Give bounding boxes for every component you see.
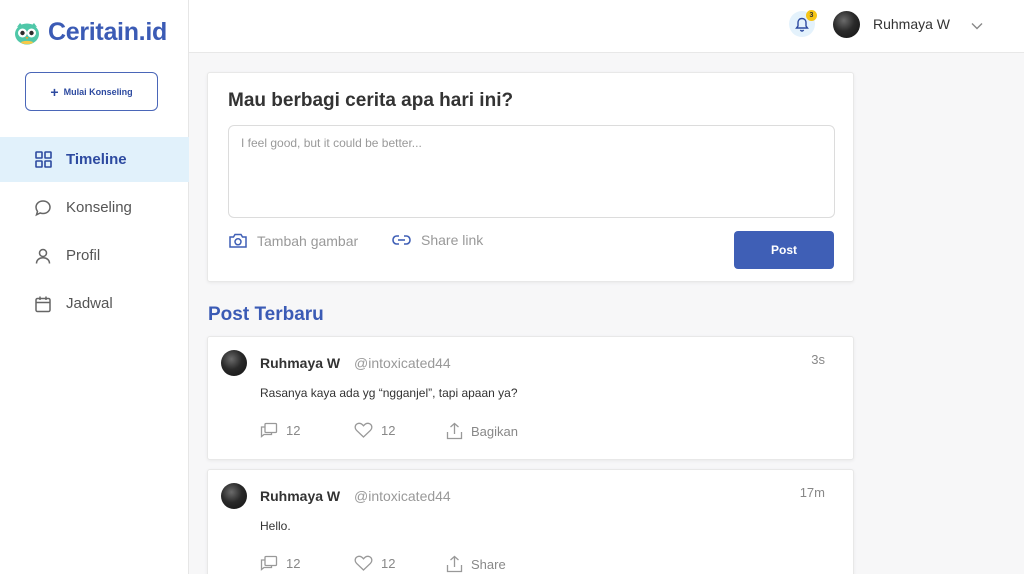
app-name: Ceritain.id: [48, 18, 167, 46]
notification-badge: 3: [806, 10, 817, 21]
chevron-down-icon[interactable]: [971, 17, 983, 35]
grid-icon: [34, 151, 52, 169]
reply-count: 12: [286, 555, 301, 571]
notification-button[interactable]: 3: [789, 10, 817, 37]
sidebar-item-label: Profil: [66, 247, 101, 264]
top-bar: 3 Ruhmaya W: [189, 0, 1024, 53]
share-link-button[interactable]: Share link: [391, 232, 483, 248]
post-button[interactable]: Post: [734, 231, 834, 269]
share-button[interactable]: Share: [446, 555, 506, 573]
sidebar-item-timeline[interactable]: Timeline: [0, 137, 189, 182]
feed-title: Post Terbaru: [208, 304, 324, 325]
share-button[interactable]: Bagikan: [446, 422, 518, 440]
plus-icon: +: [50, 83, 59, 100]
heart-icon: [354, 555, 373, 571]
post-handle[interactable]: @intoxicated44: [354, 355, 451, 371]
post-card: Ruhmaya W @intoxicated44 17m Hello. 12 1…: [207, 469, 854, 574]
share-link-label: Share link: [421, 232, 484, 248]
chat-bubble-icon: [34, 199, 52, 217]
post-handle[interactable]: @intoxicated44: [354, 488, 451, 504]
post-author[interactable]: Ruhmaya W: [260, 355, 340, 371]
sidebar-item-label: Konseling: [66, 199, 132, 216]
compose-title: Mau berbagi cerita apa hari ini?: [228, 90, 514, 111]
user-name[interactable]: Ruhmaya W: [873, 16, 950, 32]
like-count: 12: [381, 422, 396, 438]
compose-card: Mau berbagi cerita apa hari ini? Tambah …: [207, 72, 854, 282]
camera-icon: [229, 233, 247, 248]
post-timestamp: 3s: [811, 352, 825, 367]
post-avatar[interactable]: [221, 483, 247, 509]
reply-count: 12: [286, 422, 301, 438]
add-image-button[interactable]: Tambah gambar: [228, 232, 358, 249]
post-timestamp: 17m: [799, 485, 825, 500]
post-card: Ruhmaya W @intoxicated44 3s Rasanya kaya…: [207, 336, 854, 460]
reply-button[interactable]: 12: [260, 555, 300, 571]
sidebar: Ceritain.id + Mulai Konseling Timeline K…: [0, 0, 189, 574]
like-button[interactable]: 12: [354, 555, 395, 571]
share-upload-icon: [446, 555, 463, 573]
mulai-konseling-label: Mulai Konseling: [63, 86, 133, 97]
mulai-konseling-button[interactable]: + Mulai Konseling: [25, 72, 158, 111]
sidebar-item-konseling[interactable]: Konseling: [0, 185, 189, 230]
sidebar-item-label: Jadwal: [66, 295, 113, 312]
calendar-icon: [34, 295, 52, 313]
reply-icon: [260, 555, 278, 571]
add-image-label: Tambah gambar: [257, 232, 359, 249]
post-body: Rasanya kaya ada yg “ngganjel”, tapi apa…: [260, 386, 518, 400]
owl-logo-icon: [15, 22, 39, 44]
user-icon: [34, 247, 52, 265]
share-label: Bagikan: [471, 423, 518, 439]
heart-icon: [354, 422, 373, 438]
reply-button[interactable]: 12: [260, 422, 300, 438]
post-body: Hello.: [260, 519, 291, 533]
user-avatar[interactable]: [833, 11, 860, 38]
sidebar-item-label: Timeline: [66, 151, 127, 168]
post-avatar[interactable]: [221, 350, 247, 376]
like-button[interactable]: 12: [354, 422, 395, 438]
sidebar-item-jadwal[interactable]: Jadwal: [0, 281, 189, 326]
share-upload-icon: [446, 422, 463, 440]
post-author[interactable]: Ruhmaya W: [260, 488, 340, 504]
like-count: 12: [381, 555, 396, 571]
story-input[interactable]: [228, 125, 835, 218]
sidebar-nav: Timeline Konseling Profil Jadwal: [0, 137, 189, 329]
share-label: Share: [471, 556, 506, 572]
app-logo[interactable]: Ceritain.id: [14, 18, 167, 47]
link-icon: [392, 235, 411, 245]
reply-icon: [260, 422, 278, 438]
sidebar-item-profil[interactable]: Profil: [0, 233, 189, 278]
